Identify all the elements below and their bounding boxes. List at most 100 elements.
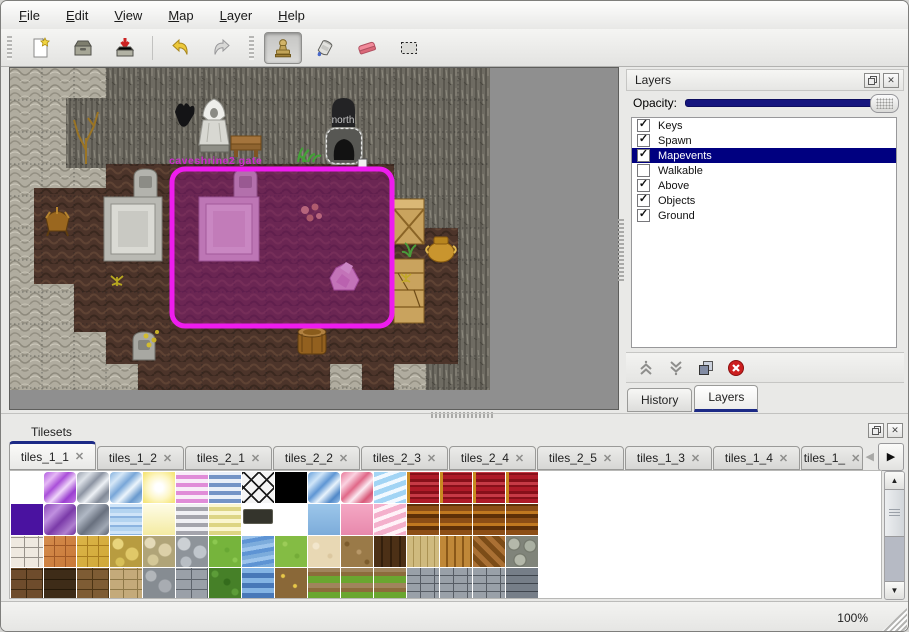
tile-graycobble[interactable] bbox=[176, 536, 208, 567]
resize-grip[interactable] bbox=[881, 608, 907, 632]
tile-sand[interactable] bbox=[308, 536, 340, 567]
tile-yellowtile[interactable] bbox=[77, 536, 109, 567]
close-tab-icon[interactable]: ✕ bbox=[515, 452, 524, 465]
close-tab-icon[interactable]: ✕ bbox=[691, 452, 700, 465]
tile-tanstone[interactable] bbox=[110, 568, 142, 599]
menu-edit[interactable]: Edit bbox=[60, 6, 94, 25]
tile-bluex2[interactable] bbox=[308, 472, 340, 503]
raise-layer-button[interactable] bbox=[636, 358, 656, 378]
tileset-tab-tiles_1_4[interactable]: tiles_1_4✕ bbox=[713, 446, 800, 470]
tile-w[interactable] bbox=[11, 472, 43, 503]
tile-brickbrown[interactable] bbox=[11, 568, 43, 599]
tile-dirt[interactable] bbox=[341, 536, 373, 567]
tile-graybrickwall[interactable] bbox=[473, 568, 505, 599]
tileset-tab-tiles_1_1[interactable]: tiles_1_1✕ bbox=[9, 441, 96, 470]
tile-redcarpet[interactable] bbox=[473, 472, 505, 503]
tile-graystripe[interactable] bbox=[176, 504, 208, 535]
tile-redcarpet[interactable] bbox=[407, 472, 439, 503]
float-panel-icon[interactable] bbox=[864, 73, 880, 88]
tileset-tab-tiles_2_4[interactable]: tiles_2_4✕ bbox=[449, 446, 536, 470]
lower-layer-button[interactable] bbox=[666, 358, 686, 378]
tileset-tab-tiles_2_3[interactable]: tiles_2_3✕ bbox=[361, 446, 448, 470]
save-map-button[interactable] bbox=[106, 32, 144, 64]
layers-panel-header[interactable]: Layers ✕ bbox=[626, 69, 904, 91]
menu-help[interactable]: Help bbox=[272, 6, 311, 25]
opacity-slider[interactable] bbox=[685, 99, 898, 107]
close-tab-icon[interactable]: ✕ bbox=[779, 452, 788, 465]
scroll-up-icon[interactable]: ▲ bbox=[885, 472, 904, 490]
close-tab-icon[interactable]: ✕ bbox=[851, 452, 860, 465]
close-tab-icon[interactable]: ✕ bbox=[251, 452, 260, 465]
opacity-slider-handle[interactable] bbox=[870, 94, 899, 113]
vertical-splitter-handle[interactable] bbox=[618, 219, 624, 281]
tile-grasspath[interactable] bbox=[341, 568, 373, 599]
close-tab-icon[interactable]: ✕ bbox=[163, 452, 172, 465]
menu-map[interactable]: Map bbox=[162, 6, 199, 25]
tile-grayx[interactable] bbox=[77, 472, 109, 503]
scrollbar-thumb[interactable] bbox=[885, 490, 904, 537]
layer-checkbox-walkable[interactable] bbox=[637, 164, 650, 177]
tile-yellowstripe[interactable] bbox=[209, 504, 241, 535]
tile-bluesolid[interactable] bbox=[308, 504, 340, 535]
layer-row-walkable[interactable]: Walkable bbox=[632, 163, 896, 178]
tileset-tab-tiles_1_3[interactable]: tiles_1_3✕ bbox=[625, 446, 712, 470]
tile-grass2[interactable] bbox=[275, 536, 307, 567]
layer-row-objects[interactable]: ✓Objects bbox=[632, 193, 896, 208]
tile-brownstripe[interactable] bbox=[440, 504, 472, 535]
new-map-button[interactable] bbox=[22, 32, 60, 64]
fill-tool-button[interactable] bbox=[306, 32, 344, 64]
layer-row-spawn[interactable]: ✓Spawn bbox=[632, 133, 896, 148]
tile-grayd[interactable] bbox=[77, 504, 109, 535]
layer-checkbox-spawn[interactable]: ✓ bbox=[637, 134, 650, 147]
tile-whitebrick[interactable] bbox=[11, 536, 43, 567]
close-tab-icon[interactable]: ✕ bbox=[603, 452, 612, 465]
tile-herringbone[interactable] bbox=[473, 536, 505, 567]
tab-history[interactable]: History bbox=[627, 388, 692, 412]
tile-grass[interactable] bbox=[209, 536, 241, 567]
tileset-tab-tiles_2_2[interactable]: tiles_2_2✕ bbox=[273, 446, 360, 470]
delete-layer-button[interactable] bbox=[726, 358, 746, 378]
scroll-tabs-right-button[interactable]: ▶ bbox=[878, 443, 904, 471]
tile-bluestripe[interactable] bbox=[209, 472, 241, 503]
menu-file[interactable]: File bbox=[13, 6, 46, 25]
layer-row-mapevents[interactable]: ✓Mapevents bbox=[632, 148, 896, 163]
layer-checkbox-keys[interactable]: ✓ bbox=[637, 119, 650, 132]
toolbar-drag-handle[interactable] bbox=[7, 36, 12, 60]
layer-row-ground[interactable]: ✓Ground bbox=[632, 208, 896, 223]
select-tool-button[interactable] bbox=[390, 32, 428, 64]
tile-pinkfab[interactable] bbox=[374, 504, 406, 535]
tile-brownstripe[interactable] bbox=[407, 504, 439, 535]
tile-pinkx[interactable] bbox=[341, 472, 373, 503]
tile-graybrick[interactable] bbox=[176, 568, 208, 599]
tile-yellowstone[interactable] bbox=[110, 536, 142, 567]
tile-w[interactable] bbox=[275, 504, 307, 535]
tile-brownstripe[interactable] bbox=[506, 504, 538, 535]
tile-grasspath[interactable] bbox=[308, 568, 340, 599]
tile-waterwall[interactable] bbox=[242, 568, 274, 599]
tile-lattice[interactable] bbox=[242, 472, 274, 503]
scroll-tabs-left-icon[interactable]: ◀ bbox=[862, 450, 878, 463]
menu-layer[interactable]: Layer bbox=[214, 6, 259, 25]
layer-row-keys[interactable]: ✓Keys bbox=[632, 118, 896, 133]
tile-orangetile[interactable] bbox=[44, 536, 76, 567]
layer-checkbox-above[interactable]: ✓ bbox=[637, 179, 650, 192]
tile-graybrickwall[interactable] bbox=[440, 568, 472, 599]
tile-glow[interactable] bbox=[143, 472, 175, 503]
tile-purplesolid[interactable] bbox=[11, 504, 43, 535]
map-canvas[interactable]: caveshrine2 gate north bbox=[9, 67, 619, 410]
tileset-tab-tiles_1_[interactable]: tiles_1_✕ bbox=[801, 446, 863, 470]
tile-pinkstripe[interactable] bbox=[176, 472, 208, 503]
undo-button[interactable] bbox=[161, 32, 199, 64]
tile-water[interactable] bbox=[110, 504, 142, 535]
close-tab-icon[interactable]: ✕ bbox=[427, 452, 436, 465]
tile-dirtflower[interactable] bbox=[275, 568, 307, 599]
layer-checkbox-ground[interactable]: ✓ bbox=[637, 209, 650, 222]
scroll-down-icon[interactable]: ▼ bbox=[885, 581, 904, 599]
tile-violet[interactable] bbox=[44, 472, 76, 503]
tile-violetd[interactable] bbox=[44, 504, 76, 535]
tileset-tab-tiles_2_1[interactable]: tiles_2_1✕ bbox=[185, 446, 272, 470]
map-selection-rect[interactable] bbox=[172, 169, 392, 326]
tile-brickdark[interactable] bbox=[44, 568, 76, 599]
tile-sign[interactable] bbox=[242, 504, 274, 535]
tile-water2[interactable] bbox=[242, 536, 274, 567]
